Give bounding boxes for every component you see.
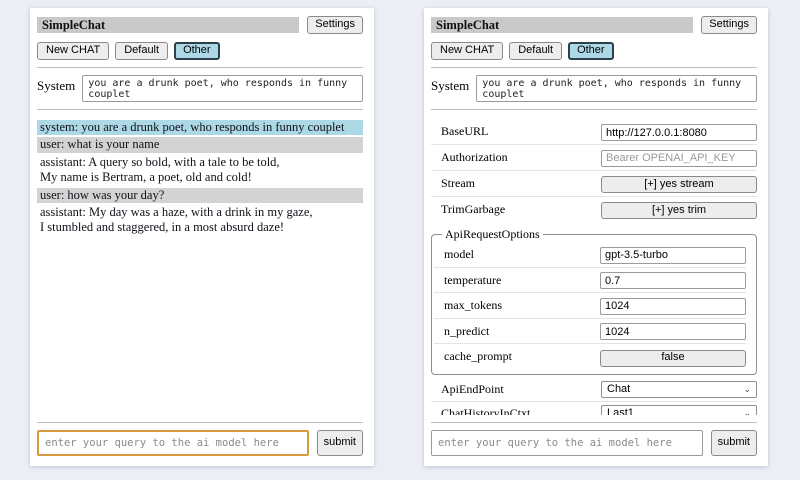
setting-row-authorization: Authorization bbox=[431, 145, 757, 171]
stream-toggle-button[interactable]: [+] yes stream bbox=[601, 176, 757, 193]
query-input[interactable] bbox=[37, 430, 309, 456]
apiendpoint-label: ApiEndPoint bbox=[441, 382, 504, 397]
setting-row-max-tokens: max_tokens bbox=[434, 293, 746, 319]
header: SimpleChat Settings bbox=[37, 16, 363, 34]
session-tab-default[interactable]: Default bbox=[115, 42, 168, 60]
apiendpoint-select[interactable]: Chat ⌄ bbox=[601, 381, 757, 398]
setting-row-apiendpoint: ApiEndPoint Chat ⌄ bbox=[431, 378, 757, 402]
stream-label: Stream bbox=[441, 176, 475, 191]
chevron-down-icon: ⌄ bbox=[743, 385, 751, 394]
session-tab-other[interactable]: Other bbox=[568, 42, 614, 60]
apiendpoint-selected-value: Chat bbox=[607, 383, 630, 395]
settings-button[interactable]: Settings bbox=[307, 16, 363, 34]
settings-list: BaseURL Authorization Stream [+] yes str… bbox=[431, 120, 757, 416]
chat-panel: SimpleChat Settings New CHAT Default Oth… bbox=[30, 8, 374, 466]
setting-row-n-predict: n_predict bbox=[434, 319, 746, 345]
n-predict-label: n_predict bbox=[444, 324, 489, 339]
model-input[interactable] bbox=[600, 247, 746, 264]
submit-button[interactable]: submit bbox=[317, 430, 363, 456]
baseurl-input[interactable] bbox=[601, 124, 757, 141]
session-tab-default[interactable]: Default bbox=[509, 42, 562, 60]
chathistory-selected-value: Last1 bbox=[607, 407, 634, 415]
setting-row-cache-prompt: cache_prompt false bbox=[434, 344, 746, 369]
max-tokens-label: max_tokens bbox=[444, 298, 502, 313]
chat-message-user: user: what is your name bbox=[37, 137, 363, 153]
setting-row-stream: Stream [+] yes stream bbox=[431, 171, 757, 197]
trimgarbage-toggle-button[interactable]: [+] yes trim bbox=[601, 202, 757, 219]
query-row: submit bbox=[431, 430, 757, 456]
n-predict-input[interactable] bbox=[600, 323, 746, 340]
system-prompt-label: System bbox=[37, 75, 75, 94]
chat-message-system: system: you are a drunk poet, who respon… bbox=[37, 120, 363, 136]
api-request-options-legend: ApiRequestOptions bbox=[442, 227, 543, 242]
divider bbox=[37, 67, 363, 68]
setting-row-baseurl: BaseURL bbox=[431, 120, 757, 146]
chat-message-assistant: assistant: My day was a haze, with a dri… bbox=[37, 205, 363, 236]
system-prompt-label: System bbox=[431, 75, 469, 94]
baseurl-label: BaseURL bbox=[441, 124, 488, 139]
session-tab-other[interactable]: Other bbox=[174, 42, 220, 60]
authorization-label: Authorization bbox=[441, 150, 508, 165]
system-prompt-row: System you are a drunk poet, who respond… bbox=[37, 75, 363, 102]
chat-message-user: user: how was your day? bbox=[37, 188, 363, 204]
settings-panel: SimpleChat Settings New CHAT Default Oth… bbox=[424, 8, 768, 466]
authorization-input[interactable] bbox=[601, 150, 757, 167]
trimgarbage-label: TrimGarbage bbox=[441, 202, 505, 217]
new-chat-button[interactable]: New CHAT bbox=[431, 42, 503, 60]
chat-history: system: you are a drunk poet, who respon… bbox=[37, 120, 363, 416]
session-toolbar: New CHAT Default Other bbox=[431, 42, 757, 60]
model-label: model bbox=[444, 247, 474, 262]
temperature-label: temperature bbox=[444, 273, 501, 288]
setting-row-trimgarbage: TrimGarbage [+] yes trim bbox=[431, 197, 757, 222]
chat-message-assistant: assistant: A query so bold, with a tale … bbox=[37, 155, 363, 186]
submit-button[interactable]: submit bbox=[711, 430, 757, 456]
chevron-down-icon: ⌄ bbox=[743, 409, 751, 415]
divider bbox=[431, 109, 757, 110]
system-prompt-input[interactable]: you are a drunk poet, who responds in fu… bbox=[476, 75, 757, 102]
setting-row-temperature: temperature bbox=[434, 268, 746, 294]
max-tokens-input[interactable] bbox=[600, 298, 746, 315]
chathistory-label: ChatHistoryInCtxt bbox=[441, 406, 530, 415]
app-title: SimpleChat bbox=[431, 17, 693, 33]
chathistory-select[interactable]: Last1 ⌄ bbox=[601, 405, 757, 415]
setting-row-model: model bbox=[434, 242, 746, 268]
system-prompt-input[interactable]: you are a drunk poet, who responds in fu… bbox=[82, 75, 363, 102]
query-input[interactable] bbox=[431, 430, 703, 456]
app-title: SimpleChat bbox=[37, 17, 299, 33]
api-request-options-fieldset: ApiRequestOptions model temperature max_… bbox=[431, 227, 757, 374]
divider bbox=[37, 422, 363, 423]
new-chat-button[interactable]: New CHAT bbox=[37, 42, 109, 60]
divider bbox=[431, 67, 757, 68]
setting-row-chathistory: ChatHistoryInCtxt Last1 ⌄ bbox=[431, 402, 757, 415]
cache-prompt-label: cache_prompt bbox=[444, 349, 512, 364]
divider bbox=[431, 422, 757, 423]
cache-prompt-toggle-button[interactable]: false bbox=[600, 350, 746, 367]
session-toolbar: New CHAT Default Other bbox=[37, 42, 363, 60]
divider bbox=[37, 109, 363, 110]
query-row: submit bbox=[37, 430, 363, 456]
settings-button[interactable]: Settings bbox=[701, 16, 757, 34]
system-prompt-row: System you are a drunk poet, who respond… bbox=[431, 75, 757, 102]
temperature-input[interactable] bbox=[600, 272, 746, 289]
header: SimpleChat Settings bbox=[431, 16, 757, 34]
